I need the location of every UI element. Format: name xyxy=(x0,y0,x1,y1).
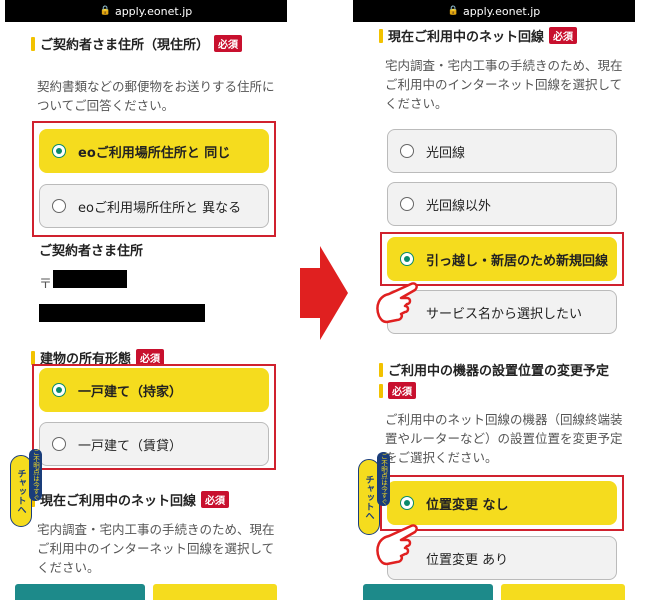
chat-label: チャットへ xyxy=(363,474,374,520)
chat-subtab[interactable]: ご不明点は今すぐ xyxy=(29,449,42,501)
highlight-box xyxy=(32,364,276,470)
bottom-left-button[interactable] xyxy=(15,584,145,600)
chat-sub-label: ご不明点は今すぐ xyxy=(31,449,40,501)
option-with-relocation[interactable]: 位置変更 あり xyxy=(387,536,617,580)
chat-subtab[interactable]: ご不明点は今すぐ xyxy=(377,452,390,506)
radio-icon xyxy=(400,197,414,211)
heading-bar xyxy=(31,350,35,365)
heading-bar xyxy=(379,28,383,43)
left-phone-screen: 🔒 apply.eonet.jp ご契約者さま住所（現住所） 必須 契約書類など… xyxy=(5,0,287,600)
option-label: 位置変更 あり xyxy=(426,552,509,568)
address-label: ご契約者さま住所 xyxy=(39,244,144,259)
url-bar[interactable]: 🔒 apply.eonet.jp xyxy=(353,0,635,22)
option-label: 光回線 xyxy=(426,145,466,161)
radio-icon xyxy=(400,144,414,158)
pointing-hand-icon xyxy=(376,524,418,566)
contract-address-description: 契約書類などの郵便物をお送りする住所についてご回答ください。 xyxy=(37,79,275,113)
option-select-by-service[interactable]: サービス名から選択したい xyxy=(387,290,617,334)
option-non-fiber[interactable]: 光回線以外 xyxy=(387,182,617,226)
bottom-nav xyxy=(353,582,635,600)
option-label: サービス名から選択したい xyxy=(426,306,583,322)
bottom-nav xyxy=(5,582,287,600)
current-line-heading: 現在ご利用中のネット回線 必須 xyxy=(31,490,230,509)
current-line-description: 宅内調査・宅内工事の手続きのため、現在ご利用中のインターネット回線を選択してくだ… xyxy=(37,522,275,575)
lock-icon: 🔒 xyxy=(447,6,459,16)
current-line-description: 宅内調査・宅内工事の手続きのため、現在ご利用中のインターネット回線を選択してくだ… xyxy=(385,58,623,111)
heading-bar xyxy=(379,383,383,398)
heading-bar xyxy=(31,36,35,51)
heading-bar xyxy=(379,362,383,377)
current-line-title: 現在ご利用中のネット回線 xyxy=(40,494,197,509)
url-bar[interactable]: 🔒 apply.eonet.jp xyxy=(5,0,287,22)
device-heading: ご利用中の機器の設置位置の変更予定 xyxy=(379,360,609,379)
redacted-postal-code xyxy=(53,270,127,288)
required-badge: 必須 xyxy=(549,27,578,44)
option-fiber[interactable]: 光回線 xyxy=(387,129,617,173)
url-text: apply.eonet.jp xyxy=(114,4,193,18)
required-badge: 必須 xyxy=(214,35,243,52)
contract-address-heading: ご契約者さま住所（現住所） 必須 xyxy=(31,34,243,53)
right-phone-screen: 🔒 apply.eonet.jp 現在ご利用中のネット回線 必須 宅内調査・宅内… xyxy=(353,0,635,600)
option-label: 光回線以外 xyxy=(426,198,492,214)
bottom-right-button[interactable] xyxy=(153,584,277,600)
device-description: ご利用中のネット回線の機器（回線終端装置やルーターなど）の設置位置を変更予定をご… xyxy=(385,412,623,465)
postal-mark: 〒 xyxy=(39,277,53,292)
right-arrow-icon xyxy=(300,246,348,340)
lock-icon: 🔒 xyxy=(99,6,111,16)
required-badge: 必須 xyxy=(388,382,416,399)
chat-label: チャットへ xyxy=(15,468,26,514)
highlight-box xyxy=(32,121,276,237)
current-line-heading: 現在ご利用中のネット回線 必須 xyxy=(379,26,578,45)
url-text: apply.eonet.jp xyxy=(462,4,541,18)
current-line-title: 現在ご利用中のネット回線 xyxy=(388,30,545,45)
device-title: ご利用中の機器の設置位置の変更予定 xyxy=(388,364,610,379)
redacted-address xyxy=(39,304,205,322)
required-badge: 必須 xyxy=(201,491,230,508)
chat-sub-label: ご不明点は今すぐ xyxy=(379,453,388,505)
pointing-hand-icon xyxy=(376,282,418,324)
device-required-row: 必須 xyxy=(379,382,416,399)
contract-address-title: ご契約者さま住所（現住所） xyxy=(40,38,210,53)
bottom-right-button[interactable] xyxy=(501,584,625,600)
bottom-left-button[interactable] xyxy=(363,584,493,600)
